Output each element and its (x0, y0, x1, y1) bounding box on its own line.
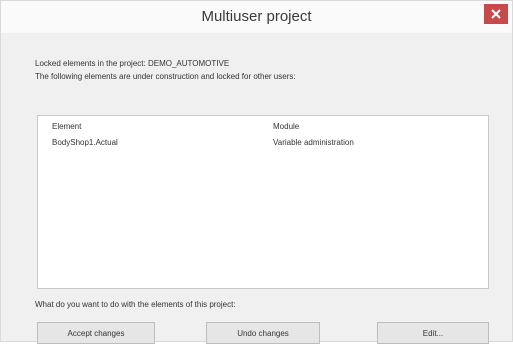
locked-elements-info: Locked elements in the project: DEMO_AUT… (35, 59, 230, 68)
list-item[interactable]: BodyShop1.Actual Variable administration (38, 134, 488, 148)
cell-module: Variable administration (273, 138, 354, 147)
construction-info: The following elements are under constru… (35, 72, 296, 81)
accept-changes-button[interactable]: Accept changes (37, 322, 155, 344)
column-header-element: Element (52, 122, 82, 131)
close-button[interactable] (484, 4, 508, 24)
multiuser-project-dialog: Multiuser project Locked elements in the… (0, 0, 513, 344)
question-text: What do you want to do with the elements… (35, 300, 236, 309)
title-bar: Multiuser project (1, 1, 512, 33)
column-header-module: Module (273, 122, 300, 131)
cell-element: BodyShop1.Actual (52, 138, 118, 147)
undo-changes-button[interactable]: Undo changes (206, 322, 320, 344)
list-header: Element Module (38, 116, 488, 132)
dialog-title: Multiuser project (201, 8, 312, 25)
edit-button[interactable]: Edit... (377, 322, 489, 344)
locked-elements-list[interactable]: Element Module BodyShop1.Actual Variable… (37, 115, 489, 289)
dialog-content: Locked elements in the project: DEMO_AUT… (1, 33, 512, 344)
close-icon (491, 9, 501, 19)
